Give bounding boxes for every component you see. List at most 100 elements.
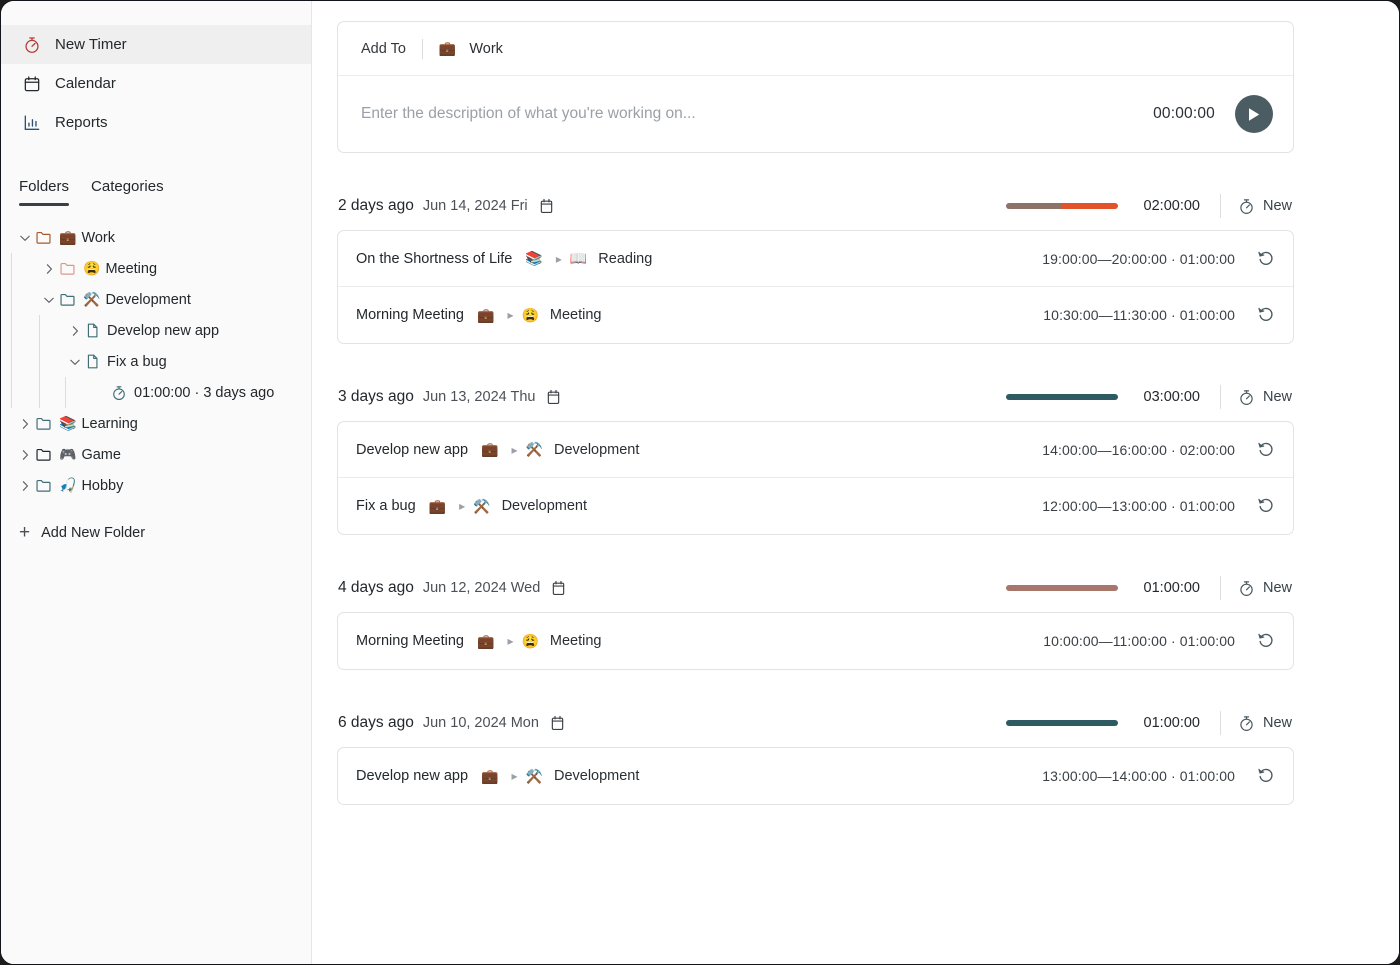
day-bar-segment — [1006, 203, 1062, 209]
tree-item-meeting[interactable]: 😩Meeting — [1, 253, 311, 284]
chevron-right-icon[interactable] — [15, 479, 35, 493]
sidebar: New Timer CalendarReports Folders Categori… — [1, 1, 312, 964]
tree-guide — [39, 315, 65, 346]
entry-time-range: 19:00:00—20:00:00 · 01:00:00 — [1042, 251, 1235, 267]
chevron-right-icon[interactable] — [39, 262, 59, 276]
tree-item-emoji: 🎮 — [59, 446, 76, 463]
stopwatch-red-icon — [21, 34, 42, 55]
tree-guide — [65, 377, 91, 408]
timer-card-header: Add To 💼 Work — [338, 22, 1293, 76]
folder-icon — [59, 291, 76, 308]
document-icon — [85, 353, 100, 370]
tree-item-emoji: 💼 — [59, 229, 76, 246]
tree-item-work[interactable]: 💼Work — [1, 222, 311, 253]
tree-item-emoji: 🎣 — [59, 477, 76, 494]
add-new-folder-button[interactable]: + Add New Folder — [1, 501, 311, 542]
calendar-icon[interactable] — [546, 389, 561, 405]
time-entry-row[interactable]: On the Shortness of Life📚▸📖Reading19:00:… — [338, 231, 1293, 287]
sidebar-item-label: New Timer — [55, 36, 127, 53]
time-entry-row[interactable]: Develop new app💼▸⚒️Development13:00:00—1… — [338, 748, 1293, 804]
restart-timer-icon[interactable] — [1257, 497, 1275, 515]
restart-timer-icon[interactable] — [1257, 441, 1275, 459]
day-bar-segment — [1006, 585, 1118, 591]
entry-breadcrumb: 💼▸😩Meeting — [477, 307, 602, 324]
sidebar-item-new-timer[interactable]: New Timer — [1, 25, 311, 64]
header-divider — [422, 39, 423, 59]
time-entry-row[interactable]: Morning Meeting💼▸😩Meeting10:00:00—11:00:… — [338, 613, 1293, 669]
day-header: 4 days agoJun 12, 2024 Wed01:00:00New — [337, 571, 1294, 605]
play-icon — [1247, 107, 1261, 122]
tree-item-01-00-00-3-days-ago[interactable]: 01:00:00 · 3 days ago — [1, 377, 311, 408]
sidebar-tabs: Folders Categories — [1, 142, 311, 206]
tree-guide — [11, 377, 39, 408]
chevron-down-icon[interactable] — [39, 293, 59, 307]
new-timer-button[interactable]: New — [1238, 198, 1292, 215]
tab-categories[interactable]: Categories — [91, 178, 164, 206]
new-timer-label: New — [1263, 715, 1292, 731]
stopwatch-icon — [111, 385, 127, 401]
tree-item-label: Meeting — [105, 261, 157, 277]
category-emoji-icon: 😩 — [521, 307, 538, 324]
tree-guide — [11, 315, 39, 346]
timer-folder-selector[interactable]: 💼 Work — [439, 40, 503, 57]
calendar-icon[interactable] — [539, 198, 554, 214]
tree-item-develop-new-app[interactable]: Develop new app — [1, 315, 311, 346]
entry-time-range: 10:00:00—11:00:00 · 01:00:00 — [1043, 633, 1235, 649]
restart-timer-icon[interactable] — [1257, 632, 1275, 650]
chevron-right-icon[interactable] — [15, 448, 35, 462]
chevron-right-icon: ▸ — [512, 443, 518, 457]
chevron-down-icon[interactable] — [15, 231, 35, 245]
sidebar-item-calendar[interactable]: Calendar — [1, 64, 311, 103]
day-date-label: Jun 10, 2024 Mon — [423, 715, 539, 731]
tree-item-game[interactable]: 🎮 Game — [1, 439, 311, 470]
time-entry-row[interactable]: Morning Meeting💼▸😩Meeting10:30:00—11:30:… — [338, 287, 1293, 343]
new-timer-button[interactable]: New — [1238, 715, 1292, 732]
new-timer-button[interactable]: New — [1238, 580, 1292, 597]
day-group: 3 days agoJun 13, 2024 Thu03:00:00New Dev… — [337, 380, 1294, 535]
folder-emoji-icon: 💼 — [477, 307, 494, 324]
sidebar-item-reports[interactable]: Reports — [1, 103, 311, 142]
timer-elapsed: 00:00:00 — [1153, 105, 1215, 123]
tree-item-learning[interactable]: 📚Learning — [1, 408, 311, 439]
briefcase-icon: 💼 — [439, 40, 456, 57]
folder-icon — [35, 446, 52, 463]
tree-item-label: Game — [81, 447, 121, 463]
chevron-right-icon: ▸ — [459, 499, 465, 513]
chevron-right-icon[interactable] — [65, 324, 85, 338]
new-timer-button[interactable]: New — [1238, 389, 1292, 406]
tab-folders[interactable]: Folders — [19, 178, 69, 206]
restart-timer-icon[interactable] — [1257, 250, 1275, 268]
entry-time-range: 14:00:00—16:00:00 · 02:00:00 — [1042, 442, 1235, 458]
tree-item-fix-a-bug[interactable]: Fix a bug — [1, 346, 311, 377]
entry-breadcrumb: 💼▸⚒️Development — [481, 768, 639, 785]
calendar-icon[interactable] — [550, 715, 565, 731]
day-date-label: Jun 12, 2024 Wed — [423, 580, 540, 596]
timer-folder-label: Work — [469, 41, 503, 57]
restart-timer-icon[interactable] — [1257, 306, 1275, 324]
chevron-right-icon[interactable] — [15, 417, 35, 431]
tree-item-label: Develop new app — [107, 323, 219, 339]
tree-item-label: Hobby — [81, 478, 123, 494]
tree-item-label: Development — [105, 292, 190, 308]
day-date-label: Jun 13, 2024 Thu — [423, 389, 536, 405]
new-timer-card: Add To 💼 Work 00:00:00 — [337, 21, 1294, 153]
timer-description-input[interactable] — [361, 105, 1153, 123]
start-timer-button[interactable] — [1235, 95, 1273, 133]
tree-item-development[interactable]: ⚒️Development — [1, 284, 311, 315]
entry-list: Morning Meeting💼▸😩Meeting10:00:00—11:00:… — [337, 612, 1294, 670]
chevron-down-icon[interactable] — [65, 355, 85, 369]
entry-title: Develop new app — [356, 442, 468, 458]
day-relative-label: 2 days ago — [338, 197, 414, 215]
time-entry-row[interactable]: Develop new app💼▸⚒️Development14:00:00—1… — [338, 422, 1293, 478]
calendar-icon[interactable] — [551, 580, 566, 596]
day-duration-bar — [1006, 394, 1118, 400]
chevron-right-icon: ▸ — [507, 308, 513, 322]
tree-item-hobby[interactable]: 🎣 Hobby — [1, 470, 311, 501]
app-window: New Timer CalendarReports Folders Categori… — [0, 0, 1400, 965]
restart-timer-icon[interactable] — [1257, 767, 1275, 785]
calendar-icon — [21, 73, 42, 94]
time-entry-row[interactable]: Fix a bug💼▸⚒️Development12:00:00—13:00:0… — [338, 478, 1293, 534]
day-header: 3 days agoJun 13, 2024 Thu03:00:00New — [337, 380, 1294, 414]
chevron-right-icon: ▸ — [556, 252, 562, 266]
day-total-duration: 01:00:00 — [1134, 715, 1200, 731]
